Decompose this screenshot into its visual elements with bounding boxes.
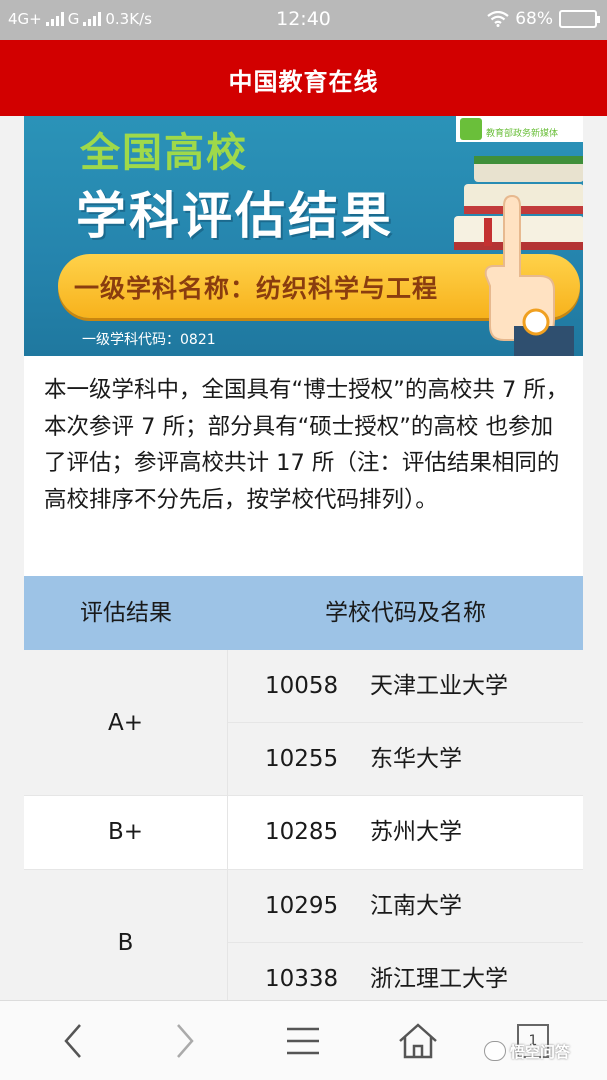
table-header-school: 学校代码及名称 xyxy=(325,600,486,626)
banner-image: 全国高校 学科评估结果 一级学科名称：纺织科学与工程 一级学科代码：0821 教… xyxy=(24,116,583,356)
banner-line2: 学科评估结果 xyxy=(76,187,394,245)
app-header: 中国教育在线 xyxy=(0,40,607,116)
media-logo-icon xyxy=(460,118,482,140)
grade-cell: B xyxy=(24,870,228,1000)
school-name: 苏州大学 xyxy=(370,819,462,845)
grade-group: A+ 10058 天津工业大学 10255 东华大学 xyxy=(24,650,583,796)
bottom-navigation: 1 悟空问答 xyxy=(0,1000,607,1080)
school-code: 10338 xyxy=(265,966,339,992)
wifi-icon xyxy=(487,11,509,27)
school-code: 10295 xyxy=(265,893,339,919)
grade-cell: B+ xyxy=(24,796,228,869)
school-code: 10285 xyxy=(265,819,339,845)
article-content[interactable]: 全国高校 学科评估结果 一级学科名称：纺织科学与工程 一级学科代码：0821 教… xyxy=(24,116,583,1000)
school-name: 天津工业大学 xyxy=(370,673,508,699)
school-code: 10255 xyxy=(265,746,339,772)
grade-group: B 10295 江南大学 10338 浙江理工大学 xyxy=(24,870,583,1000)
watermark: 悟空问答 xyxy=(510,1043,571,1061)
media-badge: 教育部政务新媒体 xyxy=(456,116,583,142)
school-name: 东华大学 xyxy=(370,746,462,772)
table-row: 10295 江南大学 xyxy=(228,870,583,943)
menu-icon[interactable] xyxy=(281,1019,325,1063)
page-title: 中国教育在线 xyxy=(228,68,379,96)
grade-cell: A+ xyxy=(24,650,228,796)
grade-group: B+ 10285 苏州大学 xyxy=(24,796,583,870)
school-name: 浙江理工大学 xyxy=(370,966,508,992)
table-row: 10058 天津工业大学 xyxy=(228,650,583,723)
forward-arrow-icon[interactable] xyxy=(162,1019,206,1063)
media-badge-label: 教育部政务新媒体 xyxy=(486,129,559,139)
school-name: 江南大学 xyxy=(370,893,462,919)
table-row: 10255 东华大学 xyxy=(228,723,583,796)
battery-icon xyxy=(559,10,600,28)
intro-paragraph: 本一级学科中，全国具有“博士授权”的高校共 7 所，本次参评 7 所；部分具有“… xyxy=(44,377,569,513)
watermark-logo-icon xyxy=(484,1041,506,1061)
table-header-row: 评估结果 学校代码及名称 xyxy=(24,576,583,650)
books-hand-illustration xyxy=(454,156,583,356)
subject-code: 一级学科代码：0821 xyxy=(82,332,216,348)
status-bar: 4G+ G 0.3K/s 12:40 68% xyxy=(0,0,607,40)
table-header-grade: 评估结果 xyxy=(80,600,172,626)
banner-line1: 全国高校 xyxy=(80,130,248,176)
back-arrow-icon[interactable] xyxy=(52,1019,96,1063)
table-row: 10338 浙江理工大学 xyxy=(228,943,583,1000)
device-status: 68% xyxy=(487,9,600,29)
battery-level: 68% xyxy=(515,9,553,29)
table-row: 10285 苏州大学 xyxy=(228,796,583,869)
subject-name: 一级学科名称：纺织科学与工程 xyxy=(74,274,439,303)
home-icon[interactable] xyxy=(396,1019,440,1063)
school-code: 10058 xyxy=(265,673,339,699)
